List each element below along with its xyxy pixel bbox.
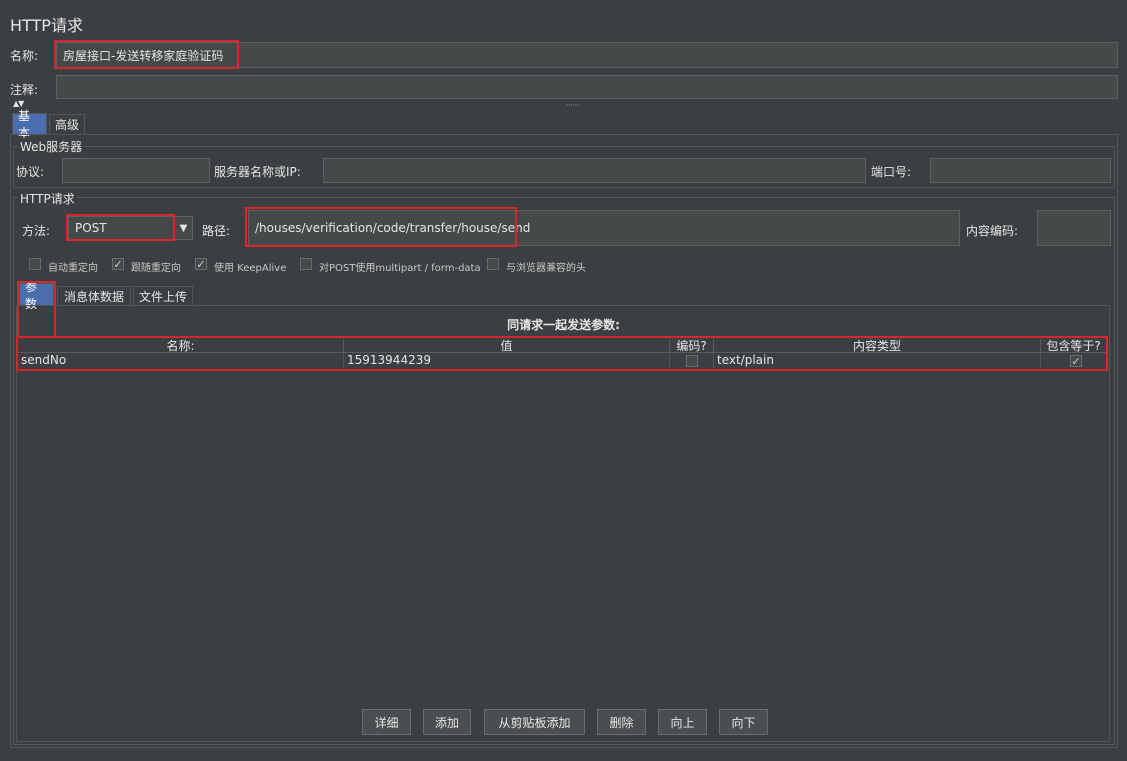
page-title: HTTP请求 [10, 16, 83, 35]
delete-button[interactable]: 删除 [597, 709, 646, 735]
tab-basic[interactable]: 基本 [12, 109, 47, 140]
comment-input[interactable] [56, 75, 1118, 99]
add-from-clipboard-button[interactable]: 从剪贴板添加 [484, 709, 585, 735]
add-button[interactable]: 添加 [423, 709, 471, 735]
keepalive-checkbox[interactable]: ✓ [195, 258, 207, 270]
follow-redirect-checkbox[interactable]: ✓ [112, 258, 124, 270]
keepalive-label: 使用 KeepAlive [214, 263, 287, 274]
http-request-legend: HTTP请求 [18, 190, 77, 207]
detail-button[interactable]: 详细 [362, 709, 411, 735]
tab-body-data[interactable]: 消息体数据 [57, 286, 131, 305]
down-button[interactable]: 向下 [719, 709, 768, 735]
server-label: 服务器名称或IP: [214, 165, 301, 179]
col-header-value[interactable]: 值 [344, 339, 670, 353]
protocol-label: 协议: [16, 165, 45, 179]
server-input[interactable] [323, 158, 866, 183]
port-label: 端口号: [871, 165, 912, 179]
col-header-content-type[interactable]: 内容类型 [714, 339, 1041, 353]
param-content-type-cell[interactable]: text/plain [714, 353, 1041, 368]
col-header-encode[interactable]: 编码? [670, 339, 714, 353]
auto-redirect-label: 自动重定向 [48, 263, 98, 274]
parameters-panel [16, 305, 1110, 742]
browser-headers-label: 与浏览器兼容的头 [506, 263, 586, 274]
multipart-checkbox[interactable] [300, 258, 312, 270]
resize-grip-icon[interactable]: ⋯⋯ [566, 101, 579, 109]
tab-parameters[interactable]: 参数 [19, 280, 54, 311]
multipart-label: 对POST使用multipart / form-data [319, 263, 481, 274]
tab-advanced[interactable]: 高级 [49, 114, 85, 134]
encoding-label: 内容编码: [966, 224, 1019, 238]
auto-redirect-checkbox[interactable] [29, 258, 41, 270]
name-label: 名称: [10, 49, 39, 63]
include-equals-checkbox[interactable]: ✓ [1070, 355, 1082, 367]
comment-label: 注释: [10, 83, 39, 97]
web-server-legend: Web服务器 [18, 138, 85, 155]
path-input[interactable]: /houses/verification/code/transfer/house… [248, 210, 960, 246]
up-button[interactable]: 向上 [658, 709, 707, 735]
col-header-name[interactable]: 名称: [18, 339, 344, 353]
method-select[interactable]: POST [68, 216, 174, 240]
follow-redirect-label: 跟随重定向 [131, 263, 181, 274]
chevron-down-icon[interactable]: ▼ [174, 216, 193, 240]
port-input[interactable] [930, 158, 1111, 183]
protocol-input[interactable] [62, 158, 210, 183]
param-name-cell[interactable]: sendNo [18, 353, 344, 368]
col-header-include-equals[interactable]: 包含等于? [1041, 339, 1107, 353]
tab-file-upload[interactable]: 文件上传 [133, 286, 193, 305]
encode-checkbox[interactable] [686, 355, 698, 367]
path-label: 路径: [202, 224, 231, 238]
parameters-title: 同请求一起发送参数: [507, 318, 620, 332]
name-input[interactable]: 房屋接口-发送转移家庭验证码 [56, 42, 1118, 68]
param-value-cell[interactable]: 15913944239 [344, 353, 670, 368]
browser-headers-checkbox[interactable] [487, 258, 499, 270]
encoding-input[interactable] [1037, 210, 1111, 246]
method-label: 方法: [22, 224, 51, 238]
